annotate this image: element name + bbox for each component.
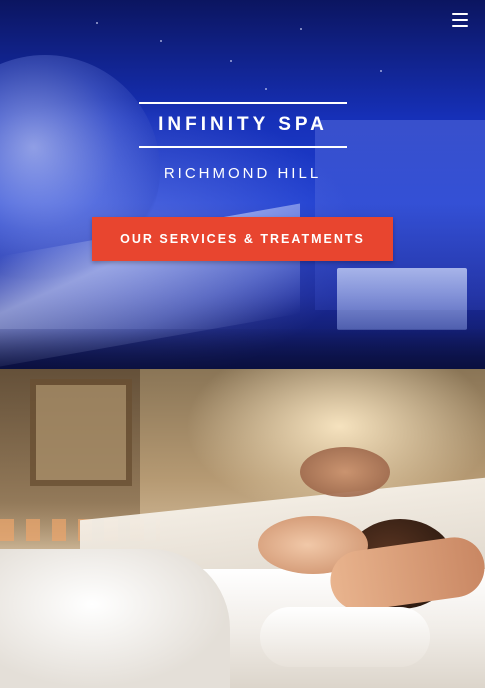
rolled-towel-pillow	[260, 607, 430, 667]
picture-frame	[30, 379, 132, 486]
menu-bar	[452, 13, 468, 15]
services-treatments-button[interactable]: OUR SERVICES & TREATMENTS	[92, 217, 393, 261]
white-robe	[0, 549, 230, 688]
massage-photo	[0, 369, 485, 688]
brand-title: INFINITY SPA	[139, 102, 347, 148]
hot-tub-image	[337, 268, 467, 330]
location-subtitle: RICHMOND HILL	[163, 165, 322, 182]
hamburger-menu-icon[interactable]	[452, 13, 468, 27]
star-dot	[230, 60, 232, 62]
man-receiving-massage	[300, 447, 390, 497]
star-dot	[160, 40, 162, 42]
hero-section: INFINITY SPA RICHMOND HILL OUR SERVICES …	[0, 0, 485, 369]
star-dot	[265, 88, 267, 90]
star-dot	[300, 28, 302, 30]
star-dot	[96, 22, 98, 24]
menu-bar	[452, 25, 468, 27]
star-dot	[380, 70, 382, 72]
menu-bar	[452, 19, 468, 21]
floor-shade	[0, 329, 485, 369]
